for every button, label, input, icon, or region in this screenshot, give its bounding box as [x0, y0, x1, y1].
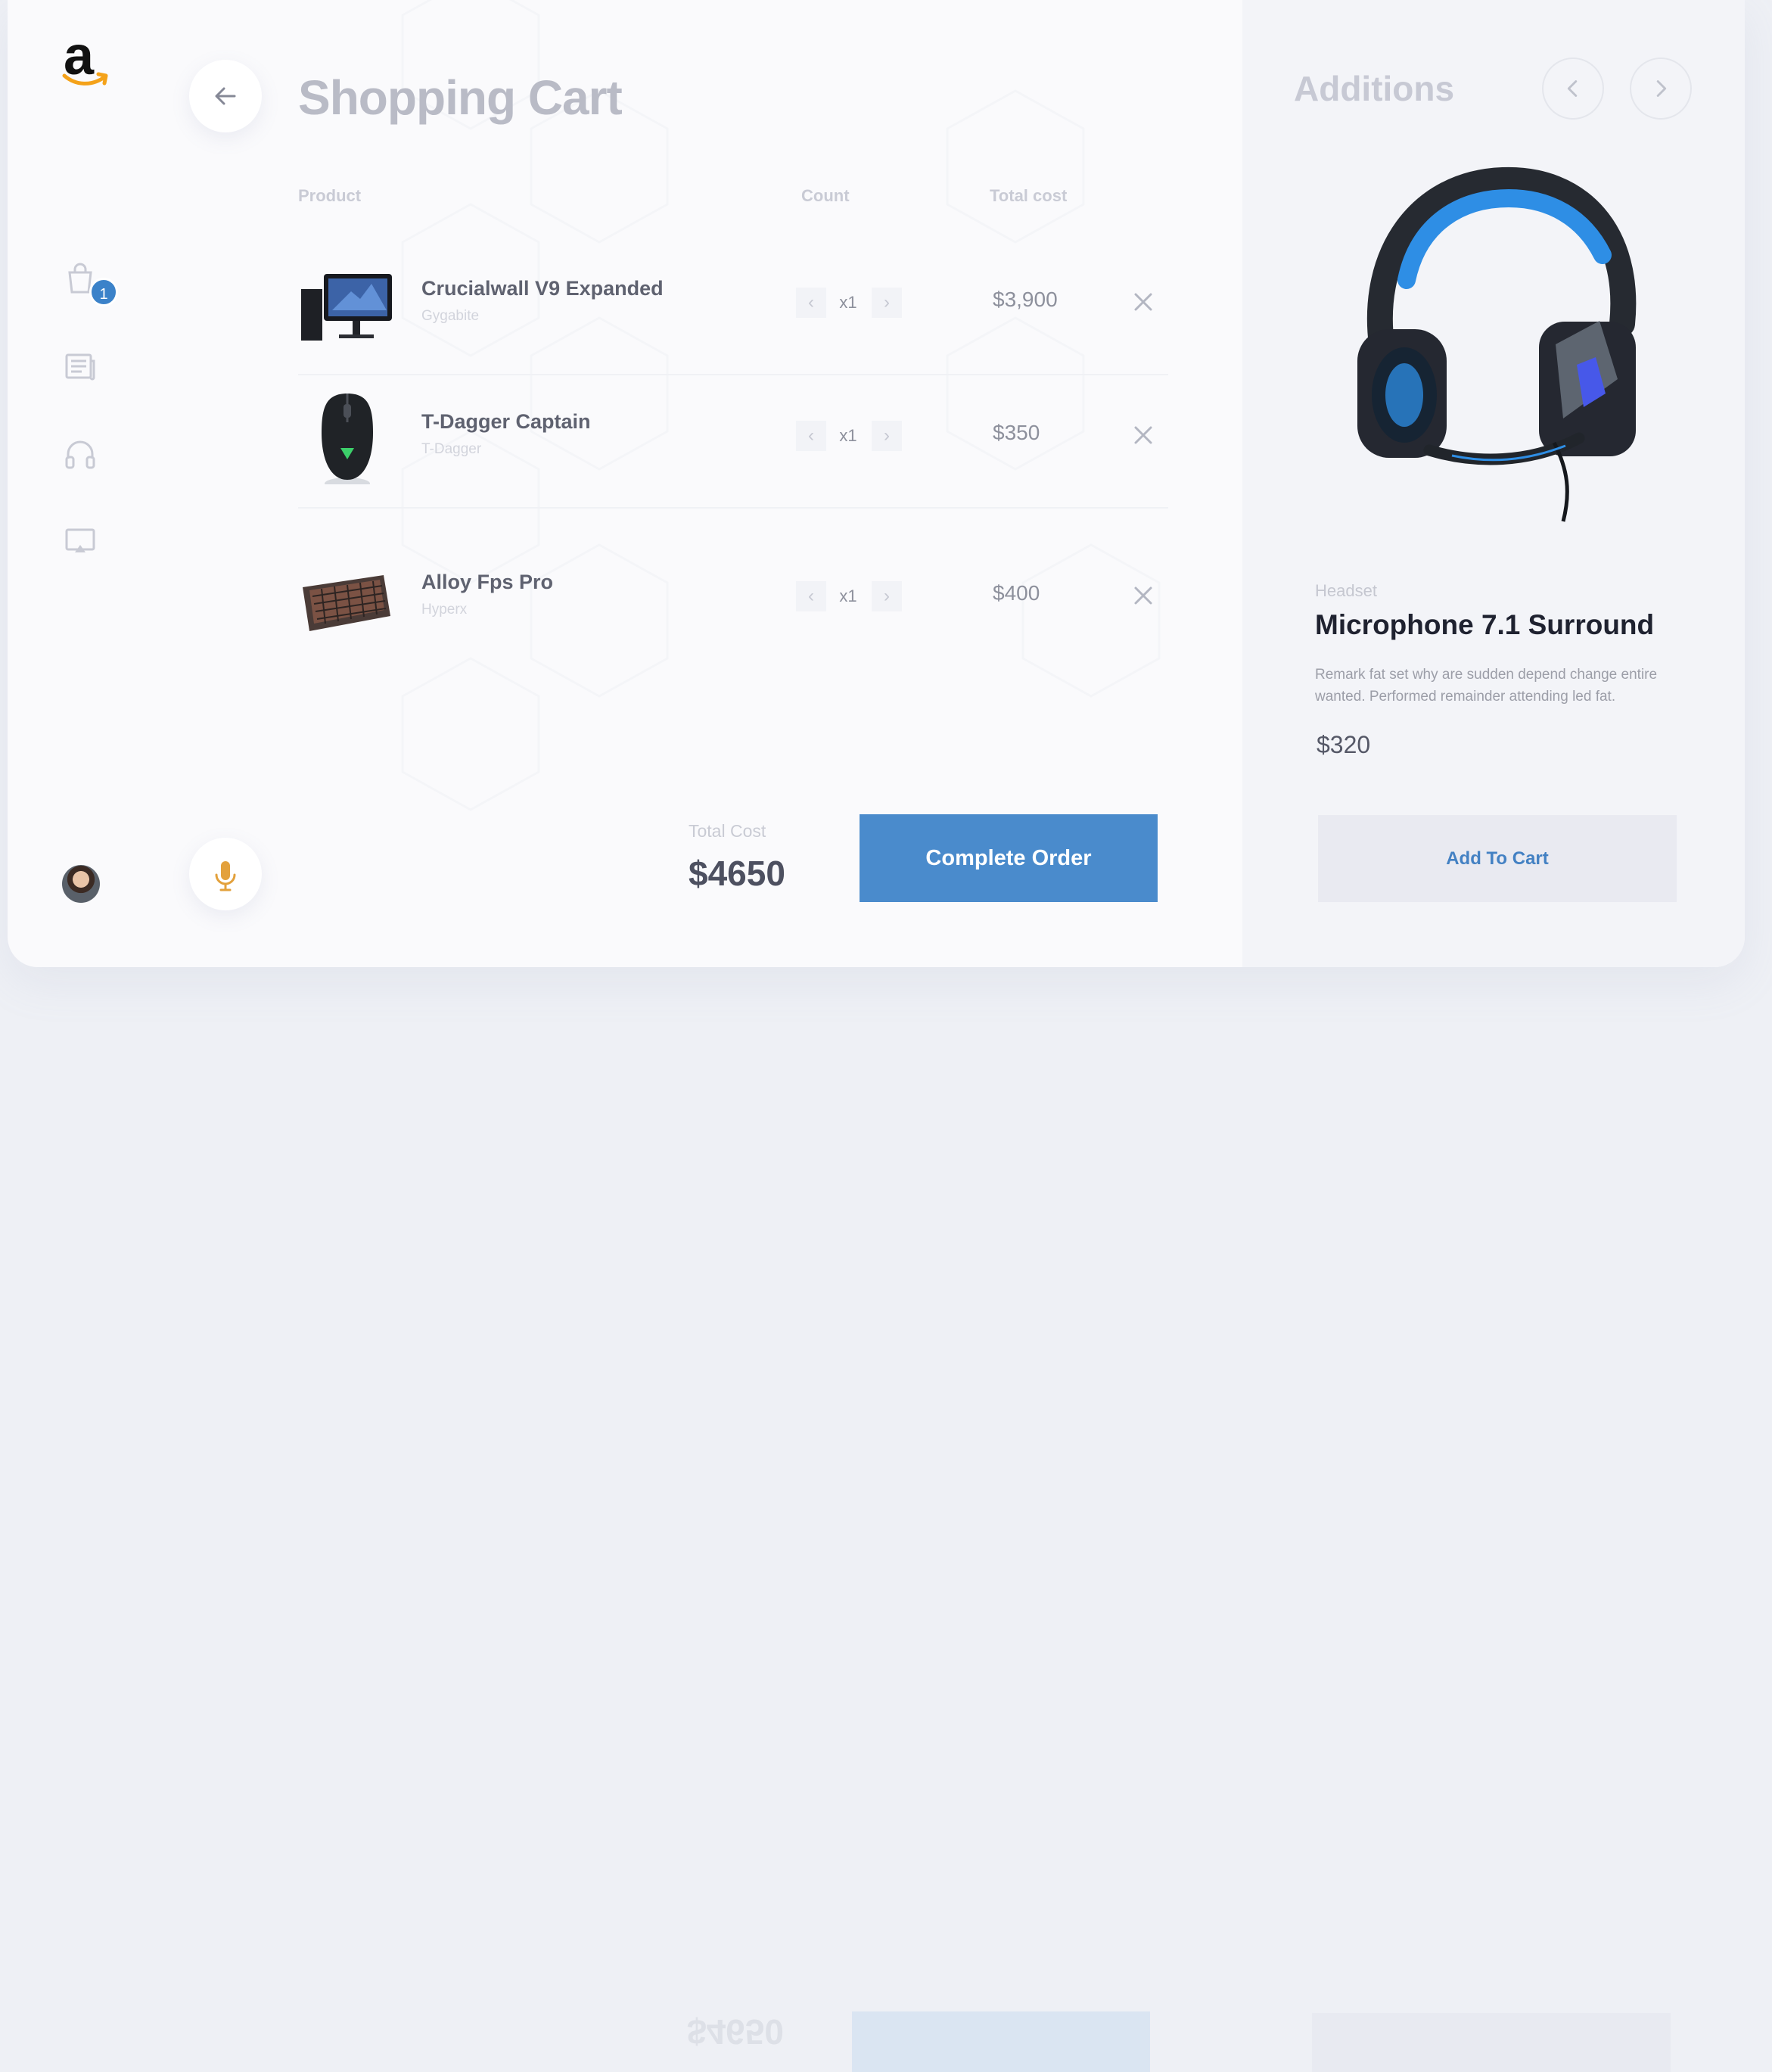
chevron-left-icon [1567, 80, 1578, 97]
increase-button[interactable]: › [872, 581, 902, 611]
item-price: $400 [993, 581, 1040, 605]
quantity-stepper: ‹ x1 › [796, 581, 902, 611]
reflected-complete-button [852, 2011, 1150, 2072]
addition-price: $320 [1317, 731, 1371, 758]
smile-icon [62, 72, 108, 86]
column-total-cost: Total cost [990, 186, 1068, 205]
quantity-stepper: ‹ x1 › [796, 421, 902, 451]
cart-badge: 1 [89, 278, 118, 306]
mouse-image [322, 394, 373, 484]
news-icon[interactable] [62, 349, 98, 385]
column-count: Count [801, 186, 850, 205]
increase-button[interactable]: › [872, 288, 902, 318]
monitor-icon[interactable] [62, 524, 98, 560]
decrease-button[interactable]: ‹ [796, 421, 826, 451]
keyboard-image [303, 575, 390, 631]
cart-row: T-Dagger Captain T-Dagger ‹ x1 › $350 [298, 372, 1168, 509]
addition-description: Remark fat set why are sudden depend cha… [1315, 667, 1658, 705]
product-name: Alloy Fps Pro [421, 571, 554, 593]
quantity-stepper: ‹ x1 › [796, 288, 902, 318]
cart-row: Alloy Fps Pro Hyperx ‹ x1 › $400 [298, 533, 1168, 669]
quantity-value: x1 [839, 586, 857, 605]
headset-image [1357, 166, 1637, 522]
microphone-button[interactable] [189, 838, 262, 910]
cart-row: Crucialwall V9 Expanded Gygabite ‹ x1 › … [298, 239, 1168, 375]
item-price: $3,900 [993, 288, 1058, 311]
complete-order-button[interactable]: Complete Order [860, 814, 1158, 902]
product-category: Headset [1315, 581, 1377, 600]
additions-title: Additions [1294, 69, 1455, 108]
reflected-total: $4650 [687, 2012, 784, 2052]
microphone-icon [215, 861, 236, 891]
page-title: Shopping Cart [298, 70, 623, 125]
remove-icon[interactable] [1132, 584, 1155, 607]
amazon-logo[interactable]: a [56, 27, 117, 88]
addition-product-title: Microphone 7.1 Surround [1315, 609, 1655, 640]
previous-addition-button[interactable] [1542, 58, 1604, 120]
product-name: Crucialwall V9 Expanded [421, 277, 664, 300]
chevron-right-icon [1656, 80, 1667, 97]
item-price: $350 [993, 421, 1040, 444]
decrease-button[interactable]: ‹ [796, 581, 826, 611]
product-brand: Hyperx [421, 602, 468, 618]
cart-main: Shopping Cart Product Count Total cost C… [153, 0, 1242, 967]
total-cost-label: Total Cost [689, 821, 766, 841]
headphones-icon[interactable] [62, 436, 98, 472]
remove-icon[interactable] [1132, 424, 1155, 446]
reflection: $4650 [0, 967, 1772, 2072]
remove-icon[interactable] [1132, 291, 1155, 313]
column-product: Product [298, 186, 362, 205]
reflected-add-button [1312, 2013, 1671, 2072]
add-to-cart-button[interactable]: Add To Cart [1318, 815, 1677, 902]
product-name: T-Dagger Captain [421, 410, 591, 433]
increase-button[interactable]: › [872, 421, 902, 451]
decrease-button[interactable]: ‹ [796, 288, 826, 318]
row-divider [298, 507, 1168, 509]
sidebar: a 1 [8, 0, 154, 967]
product-brand: Gygabite [421, 308, 480, 324]
quantity-value: x1 [839, 293, 857, 312]
next-addition-button[interactable] [1630, 58, 1692, 120]
user-avatar[interactable] [62, 865, 100, 903]
arrow-left-icon [215, 87, 236, 105]
app-window: a 1 Shopping Cart Product Count Total co… [8, 0, 1745, 967]
quantity-value: x1 [839, 426, 857, 445]
product-brand: T-Dagger [421, 441, 482, 457]
total-cost-value: $4650 [689, 854, 785, 893]
gaming-pc-image [301, 274, 392, 341]
additions-panel: Additions Headset Microphone 7.1 Surroun… [1242, 0, 1745, 967]
back-button[interactable] [189, 60, 262, 132]
